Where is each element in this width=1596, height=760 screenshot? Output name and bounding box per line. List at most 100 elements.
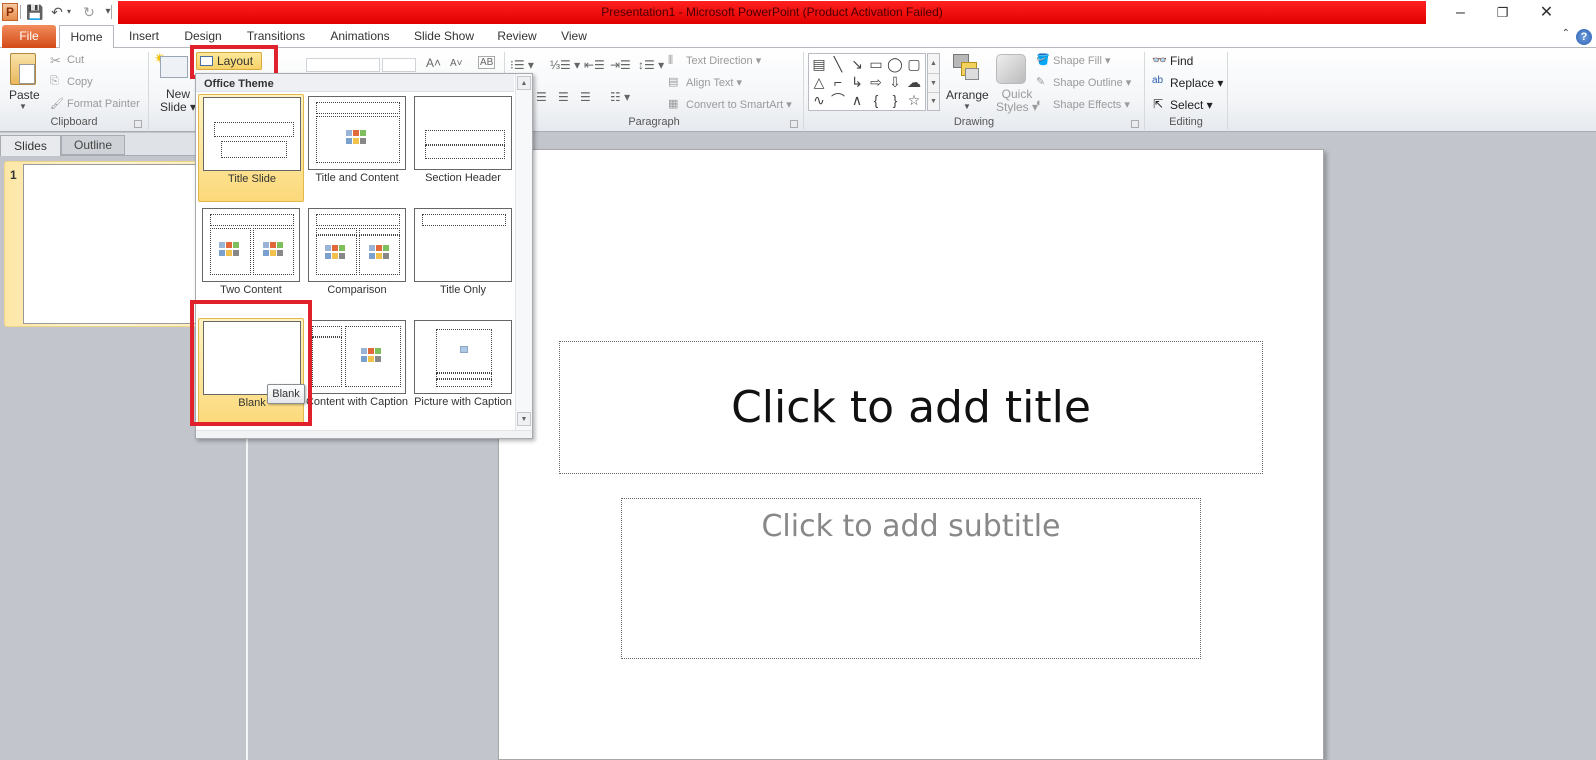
layout-comparison[interactable]: Comparison <box>304 206 410 314</box>
copy-button[interactable]: Copy <box>67 76 93 88</box>
replace-button[interactable]: Replace ▾ <box>1170 76 1223 90</box>
content-placeholder-icon <box>219 242 241 258</box>
layout-content-with-caption[interactable]: Content with Caption <box>304 318 410 426</box>
shapes-gallery[interactable]: ▤ ╲ ↘ ▭ ◯ ▢ △ ⌐ ↳ ⇨ ⇩ ☁ ∿ ⌒ ∧ { } ☆ <box>808 53 926 111</box>
convert-smartart-button[interactable]: Convert to SmartArt ▾ <box>686 98 792 111</box>
new-slide-button[interactable]: New Slide ▾ <box>160 88 196 114</box>
select-button[interactable]: Select ▾ <box>1170 98 1213 112</box>
tab-slide-show[interactable]: Slide Show <box>408 25 480 48</box>
help-icon[interactable]: ? <box>1576 29 1592 45</box>
tab-insert[interactable]: Insert <box>120 25 168 48</box>
decrease-indent-icon[interactable]: ⇤☰ <box>584 58 605 72</box>
gallery-up-icon[interactable]: ▲ <box>928 54 939 73</box>
shape-right-arrow[interactable]: ⇨ <box>867 73 885 91</box>
undo-dropdown-icon[interactable]: ▾ <box>64 3 74 21</box>
justify-icon[interactable]: ☰ <box>580 90 591 104</box>
new-slide-icon[interactable] <box>160 56 188 78</box>
layout-title-only[interactable]: Title Only <box>410 206 516 314</box>
restore-button[interactable]: ❐ <box>1480 0 1525 25</box>
gallery-scrollbar[interactable]: ▲ ▼ <box>515 74 532 430</box>
arrange-button[interactable]: Arrange <box>946 88 989 102</box>
grow-font-icon[interactable]: A˄ <box>426 56 441 70</box>
shape-elbow-arrow[interactable]: ↳ <box>848 73 866 91</box>
columns-icon[interactable]: ☷ ▾ <box>610 90 630 104</box>
gallery-more-icon[interactable]: ▼ <box>928 92 939 110</box>
line-spacing-icon[interactable]: ↕☰ ▾ <box>638 58 664 72</box>
powerpoint-app-icon[interactable]: P <box>2 3 18 21</box>
quick-styles-icon[interactable] <box>996 54 1026 84</box>
shape-arrow-line[interactable]: ↘ <box>848 55 866 73</box>
shape-arc[interactable]: ⌒ <box>829 91 847 109</box>
resize-grip[interactable] <box>196 430 532 438</box>
shape-down-arrow[interactable]: ⇩ <box>886 73 904 91</box>
shape-effects-button[interactable]: Shape Effects ▾ <box>1053 98 1130 111</box>
customize-qat-icon[interactable]: ▾ <box>103 3 113 21</box>
shape-textbox[interactable]: ▤ <box>810 55 828 73</box>
quick-styles-button[interactable]: Quick Styles ▾ <box>996 88 1038 114</box>
font-size-box[interactable] <box>382 58 416 72</box>
gallery-header: Office Theme <box>196 74 514 92</box>
paste-dropdown-icon[interactable]: ▼ <box>19 102 27 111</box>
layout-picture-with-caption[interactable]: Picture with Caption <box>410 318 516 426</box>
shape-fill-icon: 🪣 <box>1036 54 1050 66</box>
format-painter-button[interactable]: Format Painter <box>67 98 140 110</box>
shape-freeform[interactable]: ∿ <box>810 91 828 109</box>
shape-curve[interactable]: ∧ <box>848 91 866 109</box>
tab-animations[interactable]: Animations <box>322 25 398 48</box>
shape-line[interactable]: ╲ <box>829 55 847 73</box>
layout-title-and-content[interactable]: Title and Content <box>304 94 410 202</box>
paragraph-launcher-icon[interactable] <box>790 120 798 128</box>
shape-outline-button[interactable]: Shape Outline ▾ <box>1053 76 1131 89</box>
shape-cloud[interactable]: ☁ <box>905 73 923 91</box>
tab-outline[interactable]: Outline <box>61 135 125 155</box>
layout-thumb <box>203 97 301 171</box>
tab-review[interactable]: Review <box>490 25 544 48</box>
text-direction-button[interactable]: Text Direction ▾ <box>686 54 761 67</box>
align-right-icon[interactable]: ☰ <box>558 90 569 104</box>
shape-rounded-rect[interactable]: ▢ <box>905 55 923 73</box>
align-center-icon[interactable]: ☰ <box>536 90 547 104</box>
shape-triangle[interactable]: △ <box>810 73 828 91</box>
arrange-icon[interactable] <box>953 54 981 82</box>
paste-button[interactable]: Paste <box>9 88 40 102</box>
subtitle-placeholder[interactable]: Click to add subtitle <box>621 498 1201 659</box>
shape-fill-button[interactable]: Shape Fill ▾ <box>1053 54 1111 67</box>
minimize-button[interactable]: – <box>1438 0 1483 25</box>
font-name-box[interactable] <box>306 58 380 72</box>
tab-slides[interactable]: Slides <box>0 135 61 156</box>
tab-view[interactable]: View <box>552 25 596 48</box>
layout-title-slide[interactable]: Title Slide <box>198 94 304 202</box>
arrange-dropdown-icon[interactable]: ▼ <box>963 102 971 111</box>
paste-icon[interactable] <box>10 53 36 85</box>
shape-rectangle[interactable]: ▭ <box>867 55 885 73</box>
clear-formatting-icon[interactable]: AB <box>478 56 496 69</box>
shape-star[interactable]: ☆ <box>905 91 923 109</box>
clipboard-launcher-icon[interactable] <box>134 120 142 128</box>
minimize-ribbon-icon[interactable]: ⌃ <box>1562 28 1570 39</box>
shape-oval[interactable]: ◯ <box>886 55 904 73</box>
title-placeholder[interactable]: Click to add title <box>559 341 1263 474</box>
bullets-icon[interactable]: ⁝☰ ▾ <box>510 58 534 72</box>
scissors-icon: ✂ <box>50 53 61 68</box>
redo-icon[interactable]: ↻ <box>80 3 98 21</box>
find-button[interactable]: Find <box>1170 54 1193 68</box>
layout-section-header[interactable]: Section Header <box>410 94 516 202</box>
scroll-down-icon[interactable]: ▼ <box>517 412 531 426</box>
scroll-up-icon[interactable]: ▲ <box>517 76 531 90</box>
shape-right-brace[interactable]: } <box>886 91 904 109</box>
shape-left-brace[interactable]: { <box>867 91 885 109</box>
gallery-down-icon[interactable]: ▼ <box>928 73 939 92</box>
layout-two-content[interactable]: Two Content <box>198 206 304 314</box>
tab-home[interactable]: Home <box>59 25 114 49</box>
save-icon[interactable]: 💾 <box>26 3 44 21</box>
shape-elbow[interactable]: ⌐ <box>829 73 847 91</box>
drawing-launcher-icon[interactable] <box>1131 120 1139 128</box>
numbering-icon[interactable]: ⅓☰ ▾ <box>550 58 580 72</box>
tab-file[interactable]: File <box>2 25 56 48</box>
increase-indent-icon[interactable]: ⇥☰ <box>610 58 631 72</box>
align-text-button[interactable]: Align Text ▾ <box>686 76 742 89</box>
shapes-gallery-scroll[interactable]: ▲ ▼ ▼ <box>927 53 940 111</box>
cut-button[interactable]: Cut <box>67 54 84 66</box>
shrink-font-icon[interactable]: A˅ <box>450 58 463 69</box>
close-button[interactable]: ✕ <box>1524 0 1569 25</box>
